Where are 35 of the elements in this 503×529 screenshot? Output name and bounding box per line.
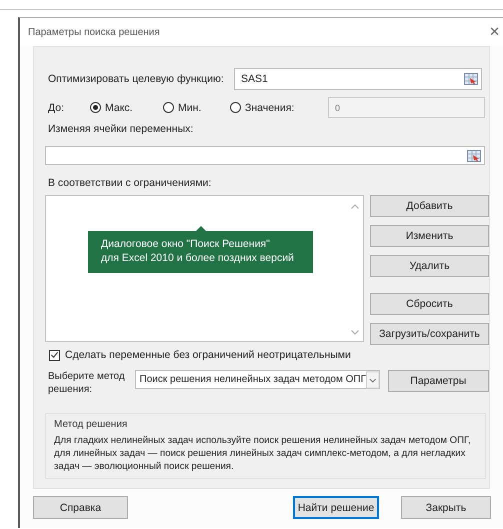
- dialog-button[interactable]: Найти решение: [293, 496, 379, 519]
- dialog-button[interactable]: Справка: [33, 496, 128, 519]
- window-title: Параметры поиска решения: [28, 26, 160, 38]
- dialog-button[interactable]: Закрыть: [401, 496, 491, 519]
- close-button[interactable]: ✕: [487, 24, 502, 40]
- value-text: 0: [334, 102, 340, 112]
- range-select-icon[interactable]: [464, 73, 478, 85]
- method-info-text: Для гладких нелинейных задач используйте поиск решения нелинейных задач методом ОПГ, для линейных задач — поиск решения линейных задач симплекс-методом, а для негладких задач — эволюционный поиск решения.: [54, 434, 472, 473]
- method-label: Выберите метод решения:: [47, 370, 126, 396]
- method-dropdown[interactable]: Поиск решения нелинейных задач методом ОПГ: [134, 370, 380, 389]
- variables-field[interactable]: [45, 146, 485, 165]
- tooltip: Диалоговое окно "Поиск Решения" для Excel 2010 и более поздних версий: [88, 226, 313, 273]
- to-label: До:: [47, 102, 65, 114]
- variables-label: Изменяя ячейки переменных:: [47, 123, 194, 137]
- radio-option[interactable]: Мин.: [163, 102, 230, 114]
- method-info-title: Метод решения: [54, 419, 128, 430]
- constraints-label: В соответствии с ограничениями:: [47, 177, 212, 191]
- radio-option[interactable]: Макс.: [90, 102, 163, 114]
- scroll-up-icon[interactable]: [351, 204, 359, 209]
- constraints-list[interactable]: Диалоговое окно "Поиск Решения" для Excel 2010 и более поздних версий: [45, 195, 364, 342]
- range-select-icon[interactable]: [467, 150, 481, 162]
- constraint-button[interactable]: Сбросить: [370, 293, 489, 315]
- constraint-button[interactable]: Добавить: [370, 195, 489, 217]
- scroll-down-icon[interactable]: [351, 330, 359, 335]
- nonnegative-checkbox[interactable]: Сделать переменные без ограничений неотрицательными: [49, 348, 489, 362]
- check-icon: [50, 350, 59, 360]
- caret-icon[interactable]: [366, 370, 380, 388]
- constraint-button[interactable]: Загрузить/сохранить: [370, 323, 489, 345]
- constraint-button[interactable]: Удалить: [370, 255, 489, 277]
- objective-label: Оптимизировать целевую функцию:: [47, 73, 225, 85]
- objective-value: SAS1: [240, 73, 268, 85]
- options-button[interactable]: Параметры: [388, 370, 489, 392]
- radio-option[interactable]: Значения:: [230, 102, 328, 114]
- constraint-button[interactable]: Изменить: [370, 225, 489, 247]
- objective-field[interactable]: SAS1: [234, 68, 482, 90]
